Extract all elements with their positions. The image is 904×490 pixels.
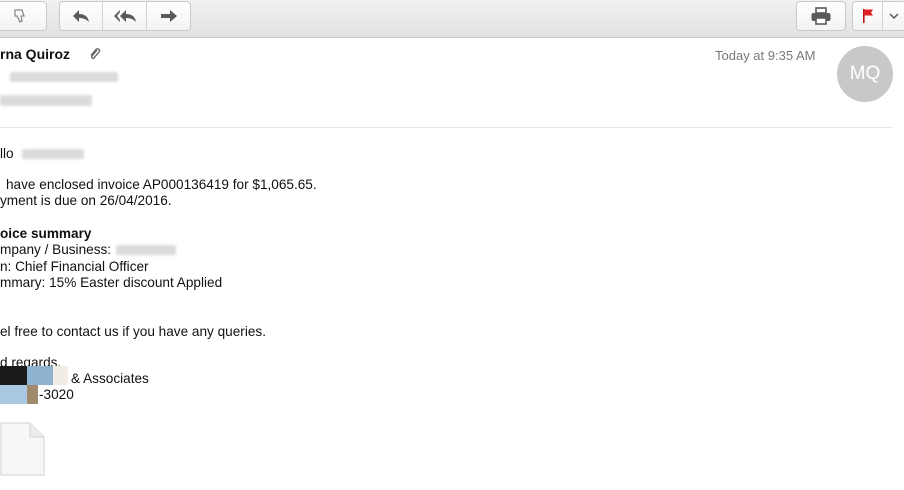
flag-button[interactable] [853, 2, 883, 30]
contact-line: el free to contact us if you have any qu… [0, 324, 266, 339]
sender-name: rna Quiroz [0, 46, 71, 62]
forward-icon [159, 8, 179, 24]
chevron-down-icon [889, 12, 899, 20]
summary-line: mmary: 15% Easter discount Applied [0, 275, 223, 290]
flag-button-group [852, 1, 904, 31]
document-icon[interactable] [0, 422, 46, 481]
company-redacted-dark [0, 366, 27, 385]
junk-button-group [0, 1, 47, 31]
due-line: yment is due on 26/04/2016. [0, 193, 172, 208]
avatar: MQ [837, 46, 893, 102]
toolbar [0, 0, 904, 38]
header-divider [0, 127, 893, 128]
company-name-redacted [116, 245, 176, 255]
phone-line: -3020 [39, 387, 74, 402]
company-redacted-blue [27, 366, 53, 385]
recipient-name-redacted [22, 149, 84, 159]
reply-icon [71, 8, 91, 24]
flag-menu-button[interactable] [883, 2, 904, 30]
reply-button-group [59, 1, 191, 31]
reply-button[interactable] [60, 2, 103, 30]
invoice-line: have enclosed invoice AP000136419 for $1… [6, 177, 317, 192]
print-icon [810, 7, 832, 25]
cc-redacted [0, 95, 92, 106]
reply-all-button[interactable] [103, 2, 147, 30]
junk-button[interactable] [0, 2, 46, 30]
paperclip-icon [88, 46, 102, 67]
flag-icon [861, 8, 875, 24]
company-redacted-light [53, 366, 68, 385]
summary-heading: oice summary [0, 226, 92, 241]
print-button-group [796, 1, 846, 31]
associates-line: & Associates [71, 371, 149, 386]
greeting: llo [0, 146, 14, 161]
message-time: Today at 9:35 AM [715, 48, 816, 63]
recipient-redacted [10, 72, 118, 82]
reply-all-icon [112, 8, 138, 24]
company-line: mpany / Business: [0, 242, 112, 257]
forward-button[interactable] [147, 2, 190, 30]
thumbs-down-icon [12, 8, 28, 24]
attn-line: n: Chief Financial Officer [0, 259, 149, 274]
phone-redacted-blue [0, 385, 27, 404]
phone-redacted-tan [27, 385, 38, 404]
print-button[interactable] [797, 2, 845, 30]
